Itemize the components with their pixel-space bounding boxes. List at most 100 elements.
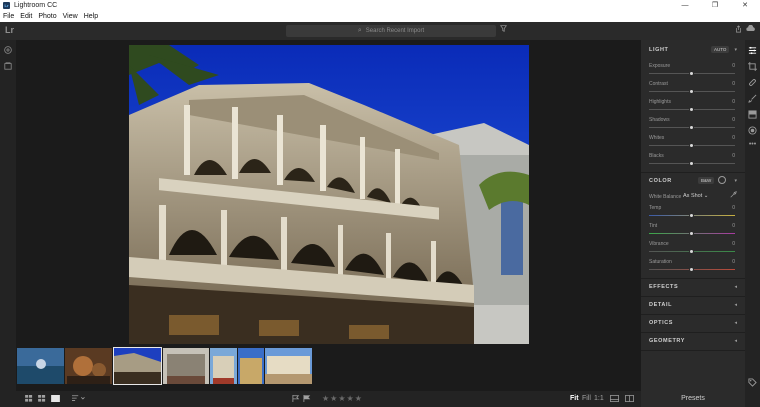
slider-value[interactable]: 0 bbox=[732, 205, 735, 211]
slider-label: Shadows bbox=[649, 117, 670, 123]
brush-icon[interactable] bbox=[748, 94, 757, 103]
filmstrip bbox=[16, 345, 641, 391]
zoom-1to1-button[interactable]: 1:1 bbox=[594, 395, 604, 402]
radial-gradient-icon[interactable] bbox=[748, 126, 757, 135]
section-divider bbox=[641, 332, 745, 333]
slider-label: Blacks bbox=[649, 153, 664, 159]
tint-slider-handle[interactable] bbox=[689, 230, 694, 236]
search-placeholder: Search Recent Import bbox=[365, 28, 425, 34]
close-button[interactable]: ✕ bbox=[730, 0, 760, 11]
tag-icon[interactable] bbox=[748, 378, 757, 387]
menu-help[interactable]: Help bbox=[84, 13, 98, 20]
blacks-slider-handle[interactable] bbox=[689, 160, 694, 166]
eyedropper-icon[interactable] bbox=[730, 191, 737, 200]
share-icon[interactable] bbox=[735, 25, 742, 35]
expand-arrow-icon[interactable]: ◂ bbox=[734, 302, 737, 308]
linear-gradient-icon[interactable] bbox=[748, 110, 757, 119]
top-toolbar: Lr ⌕ Search Recent Import bbox=[0, 22, 760, 40]
maximize-button[interactable]: ❐ bbox=[700, 0, 730, 11]
optics-section-title[interactable]: OPTICS bbox=[649, 320, 673, 326]
slider-value[interactable]: 0 bbox=[732, 63, 735, 69]
grid-view-icon[interactable] bbox=[25, 395, 33, 404]
expand-arrow-icon[interactable]: ◂ bbox=[734, 338, 737, 344]
more-icon[interactable]: ••• bbox=[748, 140, 757, 149]
color-mixer-icon[interactable] bbox=[718, 176, 726, 184]
zoom-fit-button[interactable]: Fit bbox=[570, 395, 579, 402]
slider-value[interactable]: 0 bbox=[732, 135, 735, 141]
detail-view-icon[interactable] bbox=[51, 395, 60, 404]
collapse-arrow-icon[interactable]: ▾ bbox=[734, 178, 737, 184]
slider-value[interactable]: 0 bbox=[732, 99, 735, 105]
light-section-title[interactable]: LIGHT bbox=[649, 47, 669, 53]
saturation-slider-handle[interactable] bbox=[689, 266, 694, 272]
right-rail: ••• bbox=[745, 40, 760, 407]
lr-logo: Lr bbox=[5, 25, 14, 35]
slider-value[interactable]: 0 bbox=[732, 117, 735, 123]
expand-arrow-icon[interactable]: ◂ bbox=[734, 284, 737, 290]
slider-value[interactable]: 0 bbox=[732, 223, 735, 229]
edit-sliders-icon[interactable] bbox=[748, 46, 757, 55]
slider-label: Whites bbox=[649, 135, 665, 141]
collapse-arrow-icon[interactable]: ▾ bbox=[734, 47, 737, 53]
slider-value[interactable]: 0 bbox=[732, 153, 735, 159]
healing-brush-icon[interactable] bbox=[748, 78, 757, 87]
effects-section-title[interactable]: EFFECTS bbox=[649, 284, 678, 290]
window-title: Lightroom CC bbox=[14, 2, 58, 9]
exposure-slider-handle[interactable] bbox=[689, 70, 694, 76]
filmstrip-thumbnail[interactable] bbox=[265, 348, 312, 384]
filmstrip-thumbnail[interactable] bbox=[17, 348, 64, 384]
crop-icon[interactable] bbox=[748, 62, 757, 71]
geometry-section-title[interactable]: GEOMETRY bbox=[649, 338, 685, 344]
filter-icon[interactable] bbox=[500, 25, 507, 34]
zoom-fill-button[interactable]: Fill bbox=[582, 395, 591, 402]
pick-flag-icon[interactable] bbox=[292, 395, 300, 404]
temp-slider-handle[interactable] bbox=[689, 212, 694, 218]
main-photo[interactable] bbox=[129, 45, 529, 344]
compare-icon[interactable] bbox=[625, 395, 634, 404]
section-divider bbox=[641, 172, 745, 173]
search-input[interactable]: ⌕ Search Recent Import bbox=[286, 25, 496, 37]
filmstrip-thumbnail[interactable] bbox=[163, 348, 209, 384]
library-icon[interactable] bbox=[4, 62, 12, 70]
menu-edit[interactable]: Edit bbox=[20, 13, 32, 20]
edit-panel: LIGHT AUTO ▾ Exposure 0 Contrast 0 Highl… bbox=[641, 40, 745, 391]
menu-view[interactable]: View bbox=[63, 13, 78, 20]
add-photos-icon[interactable] bbox=[4, 46, 12, 54]
white-balance-value: As Shot bbox=[683, 193, 703, 199]
menu-bar: File Edit Photo View Help bbox=[0, 11, 760, 22]
slider-label: Temp bbox=[649, 205, 662, 211]
shadows-slider-handle[interactable] bbox=[689, 124, 694, 130]
cloud-icon[interactable] bbox=[746, 24, 756, 34]
filmstrip-thumbnail[interactable] bbox=[210, 348, 237, 384]
app-icon: Lr bbox=[3, 2, 10, 9]
slider-value[interactable]: 0 bbox=[732, 241, 735, 247]
vibrance-slider-handle[interactable] bbox=[689, 248, 694, 254]
sort-icon[interactable] bbox=[72, 395, 86, 404]
highlights-slider-handle[interactable] bbox=[689, 106, 694, 112]
whites-slider-handle[interactable] bbox=[689, 142, 694, 148]
square-grid-view-icon[interactable] bbox=[38, 395, 46, 404]
slider-value[interactable]: 0 bbox=[732, 81, 735, 87]
filmstrip-icon[interactable] bbox=[610, 395, 619, 404]
color-section-title[interactable]: COLOR bbox=[649, 178, 672, 184]
contrast-slider-handle[interactable] bbox=[689, 88, 694, 94]
slider-label: Vibrance bbox=[649, 241, 669, 247]
auto-button[interactable]: AUTO bbox=[711, 46, 730, 53]
expand-arrow-icon[interactable]: ◂ bbox=[734, 320, 737, 326]
minimize-button[interactable]: — bbox=[670, 0, 700, 11]
filmstrip-thumbnail-selected[interactable] bbox=[113, 347, 162, 385]
star-rating[interactable]: ★★★★★ bbox=[322, 394, 363, 403]
reject-flag-icon[interactable] bbox=[303, 395, 311, 404]
filmstrip-thumbnail[interactable] bbox=[238, 348, 264, 384]
slider-label: Exposure bbox=[649, 63, 671, 69]
presets-button[interactable]: Presets bbox=[641, 391, 745, 407]
filmstrip-thumbnail[interactable] bbox=[65, 348, 112, 384]
left-rail bbox=[0, 40, 16, 391]
menu-file[interactable]: File bbox=[3, 13, 14, 20]
bw-button[interactable]: B&W bbox=[698, 177, 715, 184]
white-balance-dropdown[interactable]: As Shot ⌄ bbox=[683, 193, 708, 199]
slider-value[interactable]: 0 bbox=[732, 259, 735, 265]
slider-label: Saturation bbox=[649, 259, 672, 265]
detail-section-title[interactable]: DETAIL bbox=[649, 302, 672, 308]
menu-photo[interactable]: Photo bbox=[38, 13, 56, 20]
